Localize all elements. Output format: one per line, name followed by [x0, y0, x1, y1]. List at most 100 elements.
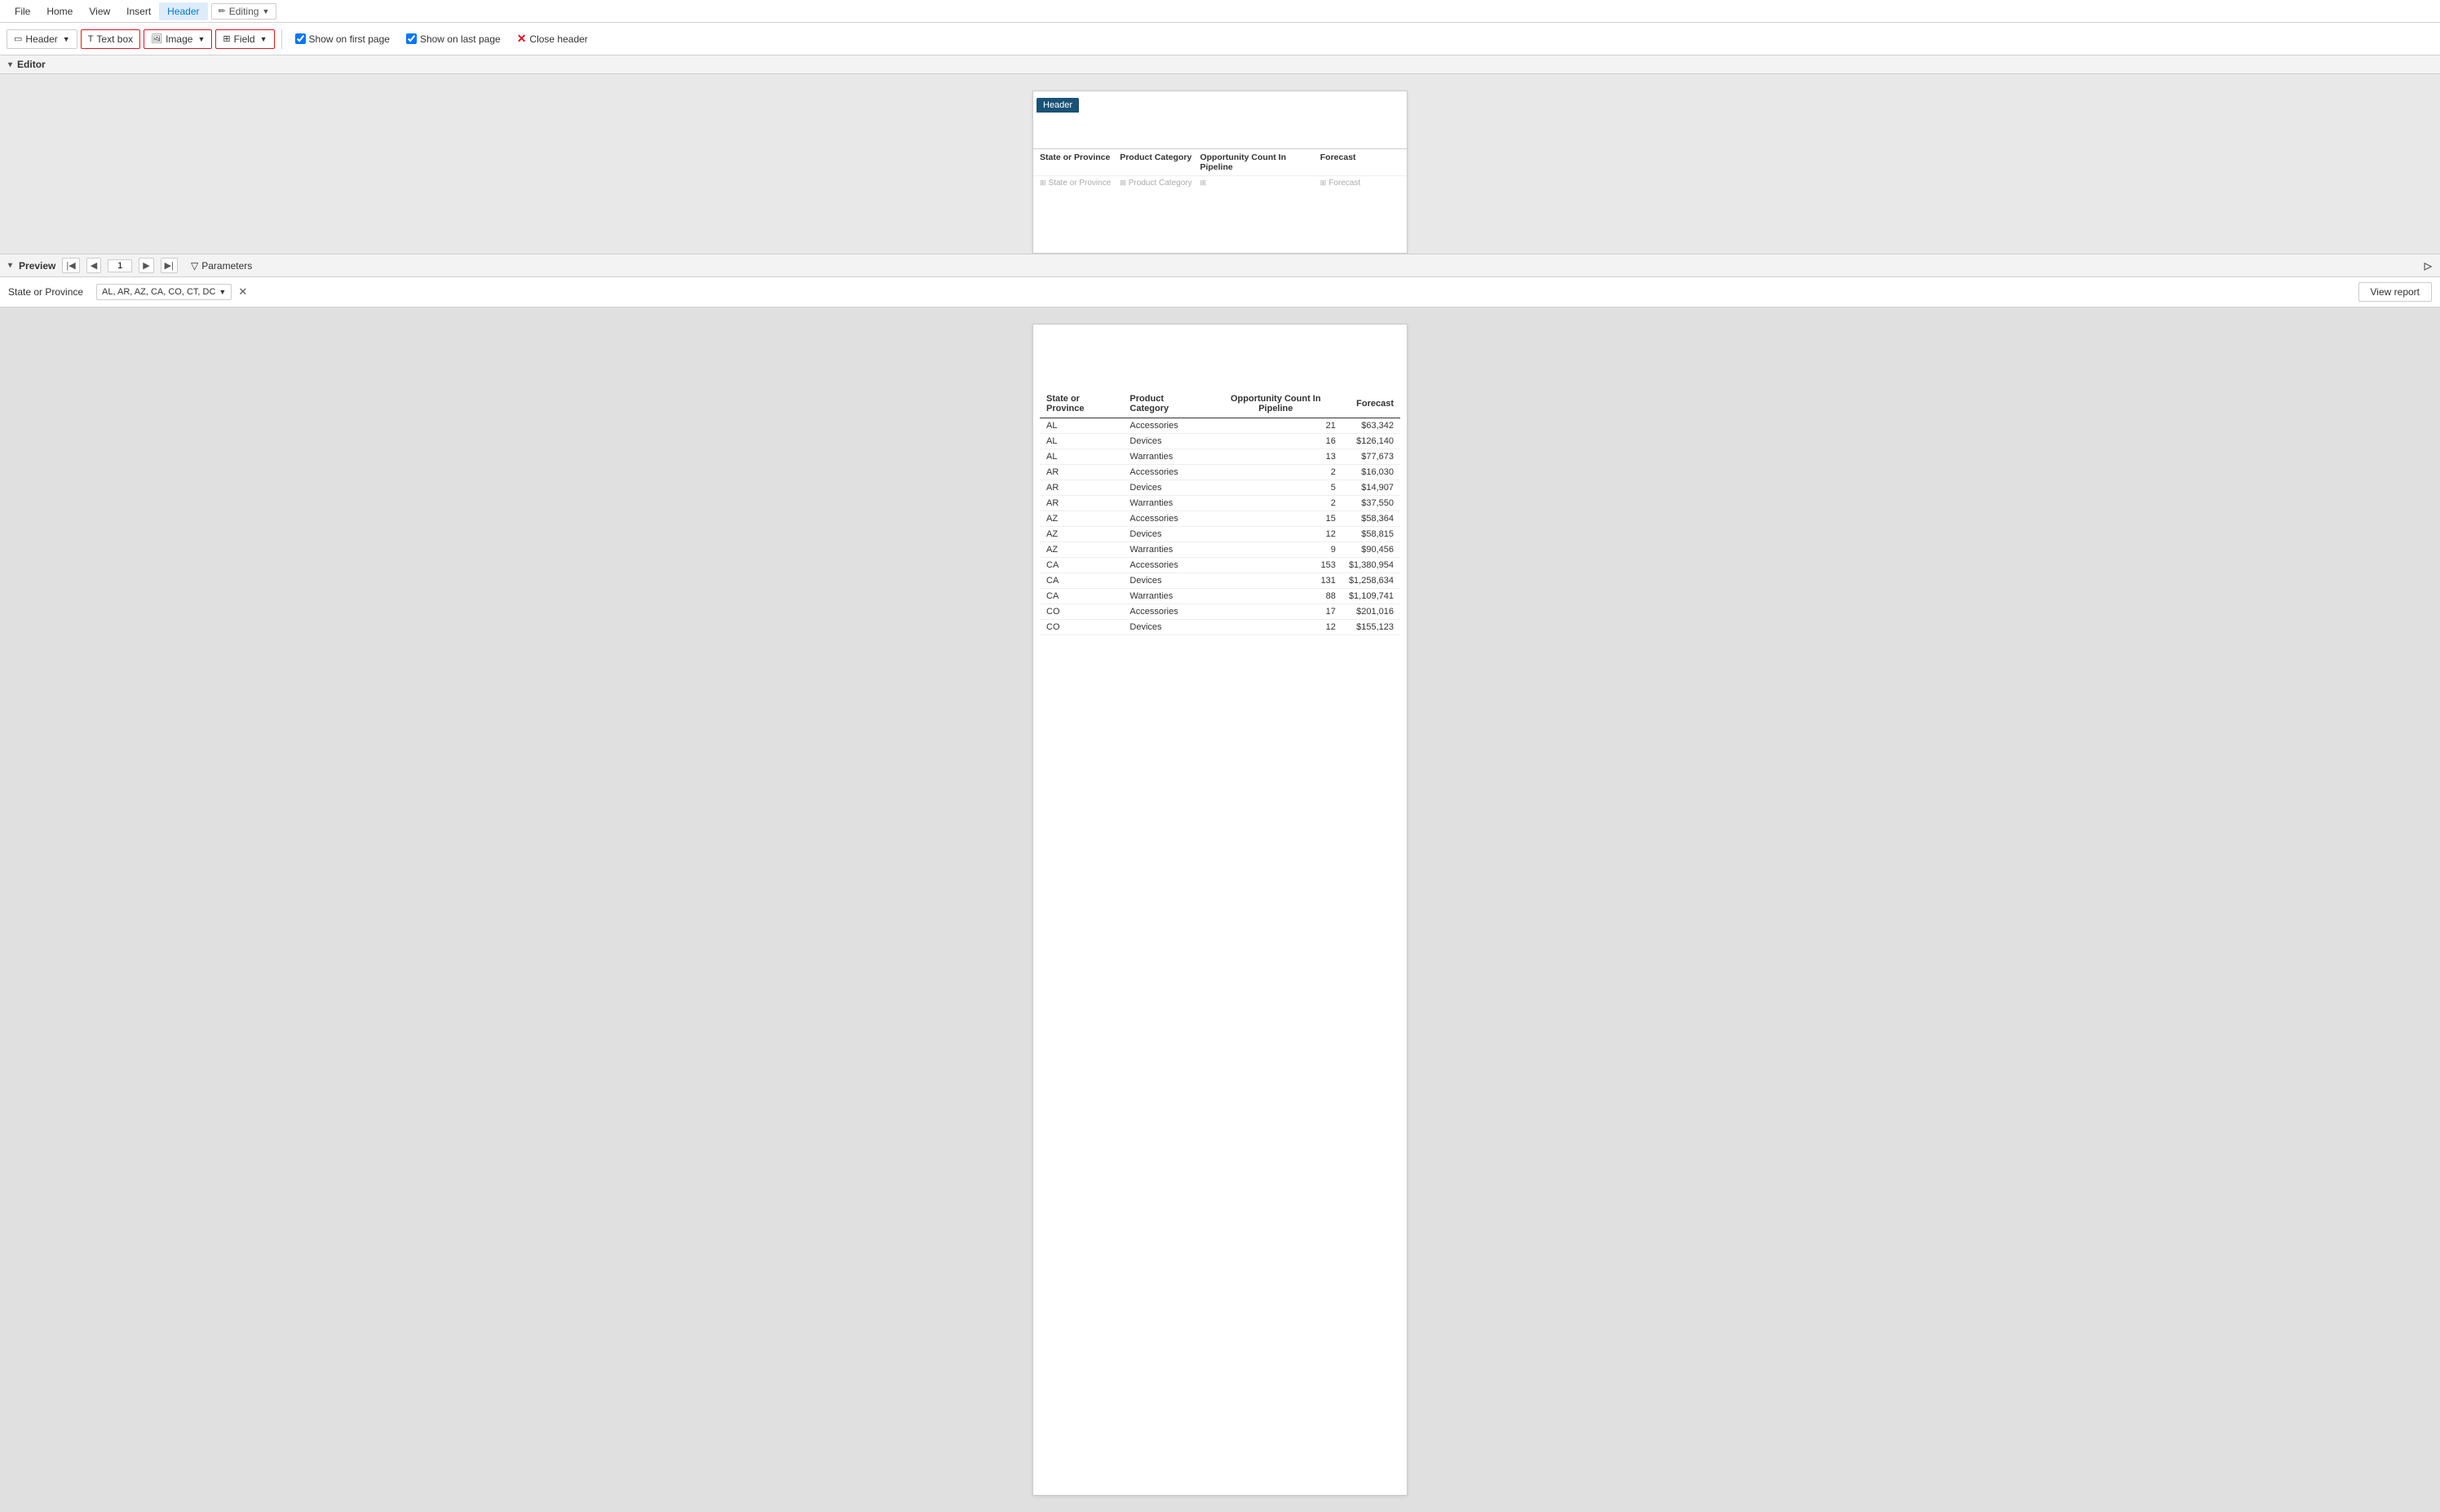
cell-count: 2: [1209, 465, 1342, 480]
editor-label-text: Editor: [17, 59, 46, 70]
cell-forecast: $1,258,634: [1342, 573, 1400, 589]
image-button[interactable]: 🖼 Image ▼: [144, 29, 212, 49]
toolbar: ▭ Header ▼ T Text box 🖼 Image ▼ ⊞ Field …: [0, 23, 2440, 55]
cell-category: Devices: [1123, 434, 1209, 449]
menu-home[interactable]: Home: [38, 2, 81, 20]
editor-section-label: ▾ Editor: [0, 55, 2440, 74]
cell-forecast: $58,364: [1342, 511, 1400, 527]
menu-header[interactable]: Header: [159, 2, 207, 20]
cell-count: 21: [1209, 418, 1342, 434]
show-first-checkbox[interactable]: [295, 33, 306, 44]
preview-collapse-icon[interactable]: ▾: [8, 261, 12, 270]
table-row: CA Warranties 88 $1,109,741: [1040, 589, 1400, 604]
textbox-btn-label: Text box: [96, 33, 133, 45]
nav-next-btn[interactable]: ▶: [139, 258, 153, 273]
cell-count: 153: [1209, 558, 1342, 573]
image-btn-label: Image: [166, 33, 192, 45]
cell-category: Accessories: [1123, 511, 1209, 527]
preview-side-arrow-icon[interactable]: ▷: [2425, 260, 2432, 272]
cell-state-label: State or Province: [1049, 179, 1112, 188]
param-state-select[interactable]: AL, AR, AZ, CA, CO, CT, DC ▼: [96, 284, 232, 300]
cell-forecast: $14,907: [1342, 480, 1400, 496]
data-cell-product: ⊞ Product Category: [1120, 179, 1200, 188]
cell-state: CO: [1040, 620, 1123, 635]
col-state: State or Province: [1040, 153, 1120, 172]
th-count: Opportunity Count In Pipeline: [1209, 390, 1342, 418]
menu-view[interactable]: View: [81, 2, 118, 20]
report-page: Header State or Province Product Categor…: [1032, 91, 1408, 254]
close-header-label: Close header: [529, 33, 587, 45]
cell-count: 12: [1209, 620, 1342, 635]
view-report-button[interactable]: View report: [2358, 282, 2432, 302]
cell-category: Accessories: [1123, 604, 1209, 620]
field-icon-state: ⊞: [1040, 179, 1046, 188]
textbox-button[interactable]: T Text box: [81, 29, 140, 49]
preview-section-label: ▾ Preview |◀ ◀ ▶ ▶| ▽ Parameters ▷: [0, 254, 2440, 277]
cell-forecast: $77,673: [1342, 449, 1400, 465]
cell-state: AR: [1040, 465, 1123, 480]
param-dropdown-icon: ▼: [219, 288, 226, 296]
cell-category: Warranties: [1123, 449, 1209, 465]
field-button[interactable]: ⊞ Field ▼: [215, 29, 274, 49]
cell-forecast: $16,030: [1342, 465, 1400, 480]
cell-forecast: $63,342: [1342, 418, 1400, 434]
cell-forecast: $58,815: [1342, 527, 1400, 542]
image-chevron-icon: ▼: [197, 35, 205, 43]
th-category: Product Category: [1123, 390, 1209, 418]
nav-last-btn[interactable]: ▶|: [161, 258, 178, 273]
table-row: CA Accessories 153 $1,380,954: [1040, 558, 1400, 573]
nav-prev-btn[interactable]: ◀: [86, 258, 101, 273]
editor-collapse-icon[interactable]: ▾: [8, 60, 12, 69]
table-row: AZ Warranties 9 $90,456: [1040, 542, 1400, 558]
cell-state: AL: [1040, 449, 1123, 465]
table-row: CA Devices 131 $1,258,634: [1040, 573, 1400, 589]
filter-icon: ▽: [191, 260, 198, 272]
cell-count: 9: [1209, 542, 1342, 558]
preview-top-space: [1033, 325, 1407, 390]
table-body: AL Accessories 21 $63,342 AL Devices 16 …: [1040, 418, 1400, 635]
menu-file[interactable]: File: [7, 2, 38, 20]
table-row: CO Accessories 17 $201,016: [1040, 604, 1400, 620]
menu-insert[interactable]: Insert: [118, 2, 159, 20]
parameters-button[interactable]: ▽ Parameters: [184, 259, 259, 273]
show-last-label: Show on last page: [420, 33, 501, 45]
header-chevron-icon: ▼: [63, 35, 70, 43]
field-icon-opportunity: ⊞: [1200, 179, 1206, 188]
cell-product-label: Product Category: [1129, 179, 1192, 188]
close-icon: ✕: [517, 32, 527, 46]
toolbar-divider: [281, 29, 282, 49]
cell-forecast: $1,380,954: [1342, 558, 1400, 573]
cell-count: 131: [1209, 573, 1342, 589]
data-cell-opportunity: ⊞: [1200, 179, 1319, 188]
report-columns-header: State or Province Product Category Oppor…: [1033, 148, 1407, 175]
preview-content: State or Province Product Category Oppor…: [0, 307, 2440, 1512]
show-on-last-page-check[interactable]: Show on last page: [400, 30, 507, 48]
data-table: State or Province Product Category Oppor…: [1040, 390, 1400, 635]
header-icon: ▭: [14, 33, 22, 44]
cell-state: AL: [1040, 434, 1123, 449]
nav-first-btn[interactable]: |◀: [62, 258, 79, 273]
cell-count: 88: [1209, 589, 1342, 604]
image-icon: 🖼: [151, 33, 162, 44]
page-number-input[interactable]: [108, 259, 132, 272]
show-on-first-page-check[interactable]: Show on first page: [289, 30, 396, 48]
header-tab[interactable]: Header: [1037, 98, 1079, 113]
cell-forecast: $1,109,741: [1342, 589, 1400, 604]
cell-state: AL: [1040, 418, 1123, 434]
th-forecast: Forecast: [1342, 390, 1400, 418]
close-header-button[interactable]: ✕ Close header: [511, 29, 595, 49]
param-clear-btn[interactable]: ✕: [238, 285, 247, 298]
cell-category: Devices: [1123, 480, 1209, 496]
cell-forecast: $37,550: [1342, 496, 1400, 511]
table-row: AZ Accessories 15 $58,364: [1040, 511, 1400, 527]
col-opportunity: Opportunity Count In Pipeline: [1200, 153, 1319, 172]
cell-category: Devices: [1123, 620, 1209, 635]
show-last-checkbox[interactable]: [406, 33, 417, 44]
cell-state: AR: [1040, 496, 1123, 511]
editing-mode-btn[interactable]: ✏ Editing ▼: [211, 3, 277, 20]
table-row: AR Warranties 2 $37,550: [1040, 496, 1400, 511]
header-button[interactable]: ▭ Header ▼: [7, 29, 77, 49]
col-product: Product Category: [1120, 153, 1200, 172]
field-icon: ⊞: [223, 33, 230, 44]
param-state-label: State or Province: [8, 286, 83, 298]
